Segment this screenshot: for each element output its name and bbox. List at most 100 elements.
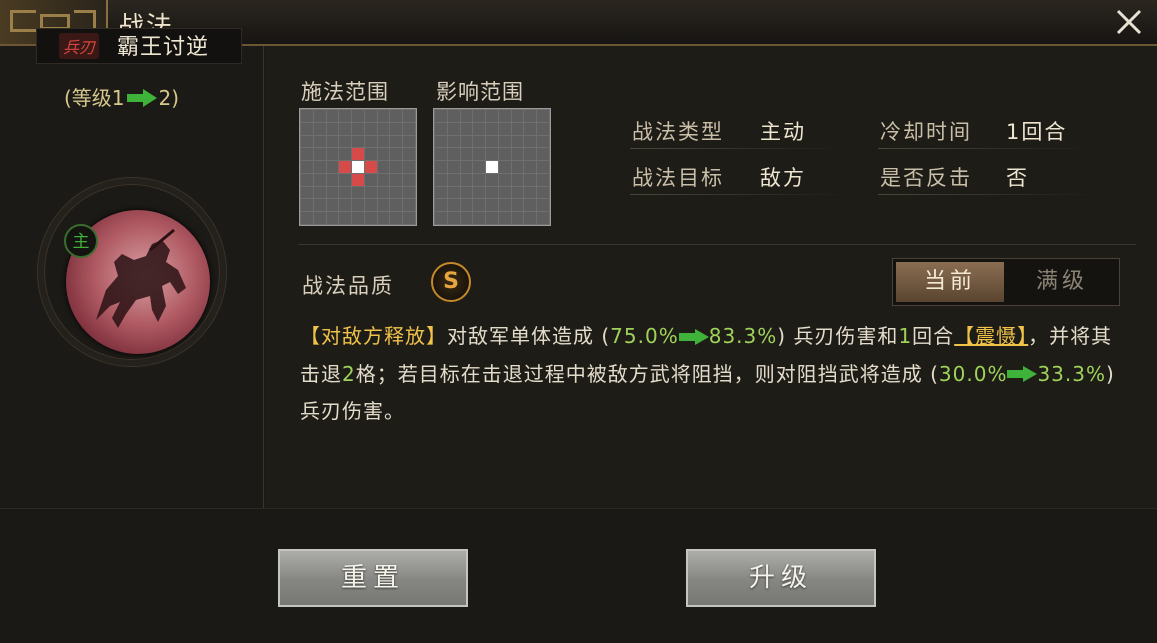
grid-cell [403, 199, 415, 212]
grid-cell [435, 186, 447, 199]
grid-cell [473, 122, 486, 135]
grid-cell [447, 199, 460, 212]
grid-cell [524, 122, 537, 135]
grid-cell [403, 135, 415, 148]
divider [630, 148, 850, 149]
grid-cell [460, 110, 473, 122]
grid-cell [403, 110, 415, 122]
grid-cell [524, 199, 537, 212]
grid-cell [498, 173, 511, 186]
grid-cell [301, 161, 313, 173]
grid-cell [473, 161, 486, 173]
status-tag[interactable]: 【震慑】 [954, 324, 1028, 348]
grid-cell [460, 148, 473, 161]
close-button[interactable] [1111, 4, 1147, 40]
grid-cell [364, 110, 377, 122]
grid-cell [473, 186, 486, 199]
grid-cell [511, 135, 524, 148]
grid-cell [486, 212, 498, 224]
level-from: (等级1 [64, 86, 125, 110]
counter-label: 是否反击 [880, 166, 972, 190]
grid-cell [486, 199, 498, 212]
grid-cell [352, 212, 364, 224]
grid-cell [473, 212, 486, 224]
grid-cell [364, 135, 377, 148]
grid-cell [498, 110, 511, 122]
grid-cell [498, 161, 511, 173]
grid-cell [377, 161, 390, 173]
grid-cell [352, 161, 364, 173]
grid-cell [511, 186, 524, 199]
grid-cell [339, 135, 352, 148]
grid-cell [339, 122, 352, 135]
grid-cell [390, 122, 403, 135]
grid-cell [364, 173, 377, 186]
section-divider [298, 244, 1136, 245]
grid-cell [460, 135, 473, 148]
grid-cell [403, 148, 415, 161]
grid-cell [435, 135, 447, 148]
grid-cell [301, 110, 313, 122]
arrow-right-icon [1007, 357, 1038, 393]
skill-name-box: 兵刃 霸王讨逆 [36, 28, 242, 64]
effect-range-grid [433, 108, 551, 226]
grid-cell [390, 199, 403, 212]
grid-cell [313, 186, 326, 199]
reset-button[interactable]: 重置 [278, 549, 468, 607]
grid-cell [313, 199, 326, 212]
grid-cell [473, 173, 486, 186]
grid-cell [511, 110, 524, 122]
grid-cell [524, 110, 537, 122]
grid-cell [447, 212, 460, 224]
grid-cell [377, 212, 390, 224]
grid-cell [435, 199, 447, 212]
grid-cell [435, 122, 447, 135]
grid-cell [486, 173, 498, 186]
grid-cell [537, 173, 549, 186]
grid-cell [326, 161, 339, 173]
grid-cell [403, 212, 415, 224]
grid-cell [339, 148, 352, 161]
grid-cell [537, 186, 549, 199]
grid-cell [364, 161, 377, 173]
damage-to: 83.3% [708, 324, 778, 348]
grid-cell [486, 148, 498, 161]
grid-cell [486, 135, 498, 148]
grid-cell [498, 122, 511, 135]
grid-cell [460, 199, 473, 212]
grid-cell [390, 173, 403, 186]
grid-cell [326, 110, 339, 122]
grid-cell [537, 212, 549, 224]
level-to: 2) [158, 86, 180, 110]
grid-cell [339, 110, 352, 122]
quality-label: 战法品质 [302, 274, 394, 298]
grid-cell [339, 161, 352, 173]
grid-cell [511, 122, 524, 135]
grid-cell [326, 173, 339, 186]
upgrade-button[interactable]: 升级 [686, 549, 876, 607]
skill-type-label: 战法类型 [632, 120, 724, 144]
grid-cell [352, 110, 364, 122]
grid-cell [524, 212, 537, 224]
grid-cell [460, 161, 473, 173]
grid-cell [339, 212, 352, 224]
tab-current[interactable]: 当前 [896, 262, 1004, 302]
grid-cell [326, 135, 339, 148]
tab-max-level[interactable]: 满级 [1008, 262, 1116, 302]
grid-cell [537, 135, 549, 148]
grid-cell [498, 135, 511, 148]
grid-cell [301, 148, 313, 161]
grid-cell [326, 199, 339, 212]
cooldown-label: 冷却时间 [880, 120, 972, 144]
cast-range-label: 施法范围 [301, 80, 389, 104]
grid-cell [537, 110, 549, 122]
grid-cell [511, 173, 524, 186]
skill-type-value: 主动 [760, 120, 806, 144]
grid-cell [339, 173, 352, 186]
grid-cell [486, 110, 498, 122]
skill-target-label: 战法目标 [632, 166, 724, 190]
grid-cell [473, 199, 486, 212]
grid-cell [537, 148, 549, 161]
grid-cell [313, 148, 326, 161]
grid-cell [301, 212, 313, 224]
